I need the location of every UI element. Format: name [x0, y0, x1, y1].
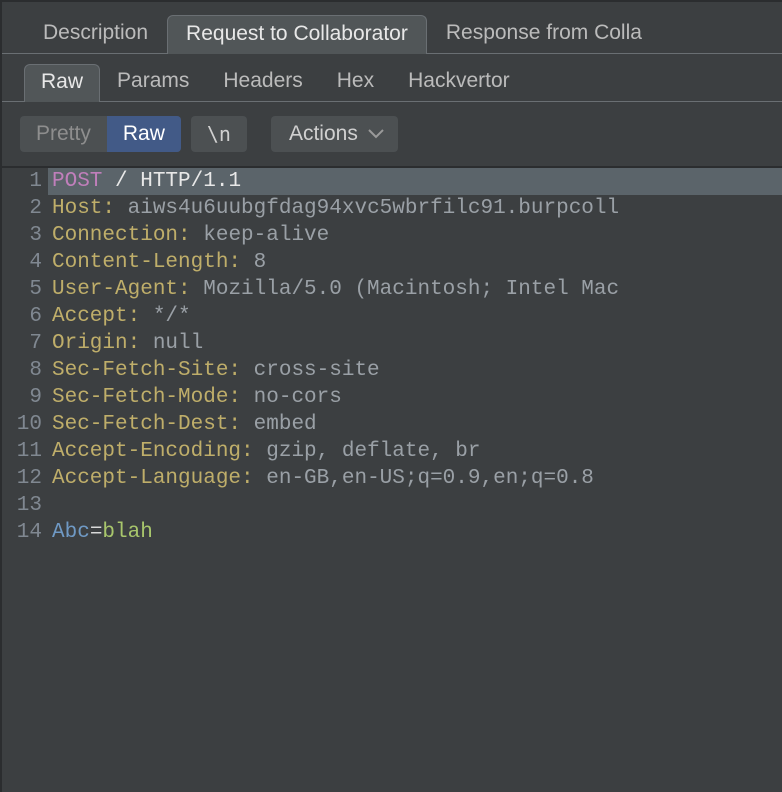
line-number-gutter: 1234567891011121314 [2, 168, 48, 760]
raw-http-editor[interactable]: 1234567891011121314 POST / HTTP/1.1Host:… [2, 168, 782, 760]
tab-request-to-collaborator[interactable]: Request to Collaborator [167, 15, 427, 54]
show-newlines-button[interactable]: \n [191, 116, 247, 152]
actions-label: Actions [289, 122, 358, 146]
tab-headers[interactable]: Headers [206, 63, 319, 102]
tab-response-from-collaborator[interactable]: Response from Colla [427, 14, 661, 54]
tab-params[interactable]: Params [100, 63, 206, 102]
editor-toolbar: Pretty Raw \n Actions [2, 102, 782, 168]
message-view-tabstrip: Raw Params Headers Hex Hackvertor [2, 54, 782, 102]
raw-button[interactable]: Raw [107, 116, 181, 152]
tab-hackvertor[interactable]: Hackvertor [391, 63, 527, 102]
view-mode-toggle: Pretty Raw [20, 116, 181, 152]
http-message-body[interactable]: POST / HTTP/1.1Host: aiws4u6uubgfdag94xv… [48, 168, 782, 760]
tab-raw[interactable]: Raw [24, 64, 100, 102]
pretty-button[interactable]: Pretty [20, 116, 107, 152]
outer-tabstrip: Description Request to Collaborator Resp… [2, 14, 782, 54]
chevron-down-icon [368, 128, 384, 140]
tab-description[interactable]: Description [24, 14, 167, 54]
actions-menu-button[interactable]: Actions [271, 116, 398, 152]
tab-hex[interactable]: Hex [320, 63, 391, 102]
